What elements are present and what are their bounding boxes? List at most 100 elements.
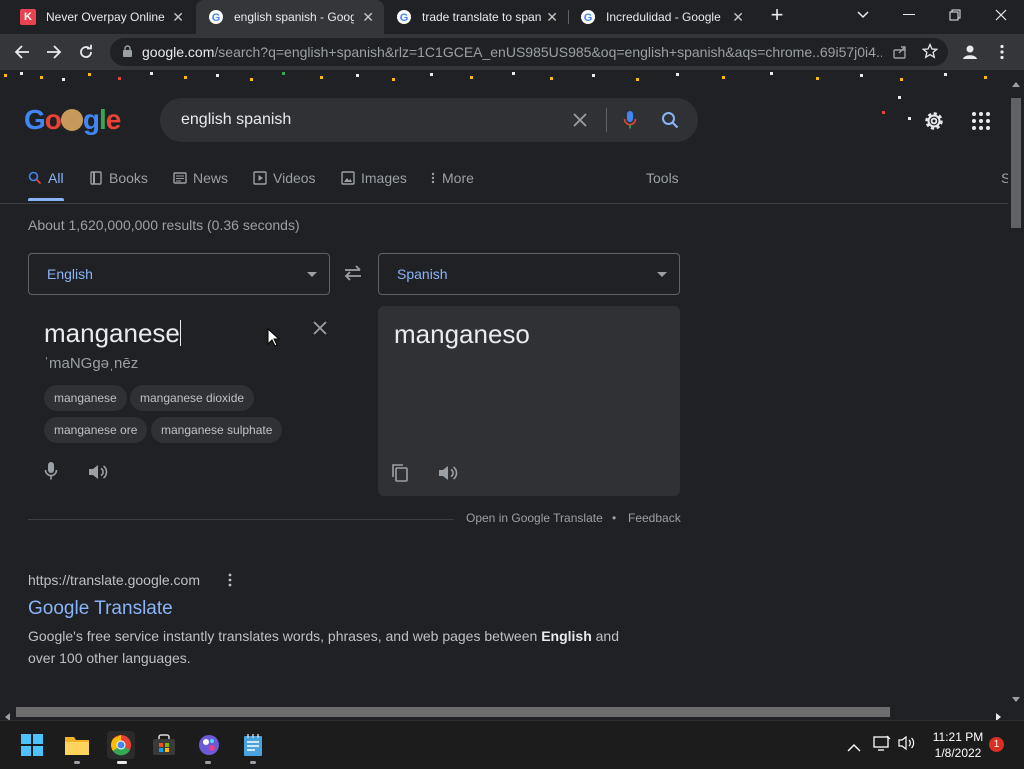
address-path: /search?q=english+spanish&rlz=1C1GCEA_en… xyxy=(214,44,882,60)
file-explorer-icon[interactable] xyxy=(63,731,91,759)
back-icon[interactable] xyxy=(10,40,34,64)
scroll-up-icon[interactable] xyxy=(1012,74,1020,92)
show-hidden-icons-icon[interactable] xyxy=(847,739,861,757)
search-box[interactable]: english spanish xyxy=(160,98,698,142)
google-doodle-logo[interactable]: Go gle xyxy=(24,104,121,136)
running-indicator xyxy=(250,761,256,764)
source-language-label: English xyxy=(47,266,93,282)
forward-icon[interactable] xyxy=(42,40,66,64)
windows-taskbar: 11:21 PM 1/8/2022 1 xyxy=(0,720,1024,769)
tab-strip: K Never Overpay Online ✕ G english spani… xyxy=(0,0,1024,34)
notification-badge[interactable]: 1 xyxy=(989,737,1004,752)
system-clock[interactable]: 11:21 PM 1/8/2022 xyxy=(926,729,990,761)
target-language-select[interactable]: Spanish xyxy=(378,253,680,295)
tab-all[interactable]: All xyxy=(28,170,64,186)
browser-menu-icon[interactable] xyxy=(990,40,1014,64)
open-in-google-translate-link[interactable]: Open in Google Translate xyxy=(466,511,603,525)
search-results-page: Go gle english spanish All Books News Vi… xyxy=(0,70,1008,704)
tab-never-overpay[interactable]: K Never Overpay Online ✕ xyxy=(8,0,194,34)
clear-source-icon[interactable] xyxy=(313,321,327,340)
address-domain: google.com xyxy=(142,44,215,60)
browser-toolbar: google.com/search?q=english+spanish&rlz=… xyxy=(0,34,1024,70)
search-input[interactable]: english spanish xyxy=(181,111,291,129)
tab-videos[interactable]: Videos xyxy=(253,170,316,186)
notepad-icon[interactable] xyxy=(239,731,267,759)
source-text-input[interactable]: manganese xyxy=(44,318,181,349)
safesearch-edge-label[interactable]: S xyxy=(1001,170,1008,186)
close-tab-icon[interactable]: ✕ xyxy=(362,9,374,26)
play-icon xyxy=(253,171,267,185)
clock-date: 1/8/2022 xyxy=(934,746,982,760)
windows-start-icon[interactable] xyxy=(18,731,46,759)
profile-icon[interactable] xyxy=(958,40,982,64)
close-tab-icon[interactable]: ✕ xyxy=(172,9,184,26)
clear-search-icon[interactable] xyxy=(570,110,590,130)
restore-icon[interactable] xyxy=(932,0,978,30)
microsoft-store-icon[interactable] xyxy=(150,731,178,759)
chevron-down-icon xyxy=(307,272,317,277)
result-url[interactable]: https://translate.google.com xyxy=(28,572,200,588)
text-caret xyxy=(179,320,181,346)
speaker-icon[interactable] xyxy=(88,463,108,486)
tab-label: News xyxy=(193,170,229,186)
result-snippet: Google's free service instantly translat… xyxy=(28,625,628,669)
feedback-link[interactable]: Feedback xyxy=(628,511,681,525)
vertical-scrollbar[interactable] xyxy=(1008,70,1024,704)
suggestion-chip[interactable]: manganese sulphate xyxy=(151,417,283,443)
bookmark-star-icon[interactable] xyxy=(921,42,939,64)
lock-icon[interactable] xyxy=(122,45,133,63)
tab-incredulidad[interactable]: G Incredulidad - Google ✕ xyxy=(568,0,754,34)
address-bar[interactable]: google.com/search?q=english+spanish&rlz=… xyxy=(110,38,948,66)
clock-time: 11:21 PM xyxy=(932,730,984,744)
source-language-select[interactable]: English xyxy=(28,253,330,295)
network-icon[interactable] xyxy=(873,735,891,756)
microphone-icon[interactable] xyxy=(44,461,58,486)
chrome-icon[interactable] xyxy=(107,731,135,759)
tab-news[interactable]: News xyxy=(173,170,228,186)
tab-search-icon[interactable] xyxy=(840,0,886,30)
copy-icon[interactable] xyxy=(391,463,409,488)
new-tab-icon[interactable]: + xyxy=(762,0,792,30)
tab-label: Images xyxy=(361,170,407,186)
search-icon[interactable] xyxy=(660,110,680,130)
running-indicator xyxy=(74,761,80,764)
google-favicon-icon: G xyxy=(208,9,224,25)
tab-images[interactable]: Images xyxy=(341,170,407,186)
running-indicator xyxy=(205,761,211,764)
settings-gear-icon[interactable] xyxy=(922,109,946,138)
close-tab-icon[interactable]: ✕ xyxy=(732,9,744,26)
tab-trade-translate[interactable]: G trade translate to spani ✕ xyxy=(384,0,568,34)
horizontal-scrollbar[interactable] xyxy=(0,704,1008,721)
volume-icon[interactable] xyxy=(898,735,916,756)
minimize-icon[interactable] xyxy=(886,0,932,30)
suggestion-chip[interactable]: manganese ore xyxy=(44,417,148,443)
tab-label: More xyxy=(442,170,474,186)
tools-label: Tools xyxy=(646,170,679,186)
target-language-label: Spanish xyxy=(397,266,448,282)
image-icon xyxy=(341,171,355,185)
result-title-link[interactable]: Google Translate xyxy=(28,598,173,620)
nav-divider xyxy=(0,203,1008,204)
tools-button[interactable]: Tools xyxy=(646,170,679,186)
swap-languages-icon[interactable] xyxy=(343,265,363,286)
horizontal-scroll-thumb[interactable] xyxy=(16,707,890,717)
tab-english-spanish[interactable]: G english spanish - Goog ✕ xyxy=(196,0,384,34)
tab-books[interactable]: Books xyxy=(89,170,148,186)
reload-icon[interactable] xyxy=(74,40,98,64)
k-favicon-icon: K xyxy=(20,9,36,25)
google-apps-icon[interactable] xyxy=(971,111,991,136)
speaker-icon[interactable] xyxy=(438,464,458,487)
kebab-icon[interactable] xyxy=(228,573,232,592)
tab-more[interactable]: More xyxy=(430,170,474,186)
tab-title: Incredulidad - Google xyxy=(606,10,721,24)
close-tab-icon[interactable]: ✕ xyxy=(546,9,558,26)
scroll-down-icon[interactable] xyxy=(1012,690,1020,708)
suggestion-chip[interactable]: manganese xyxy=(44,385,127,411)
share-icon[interactable] xyxy=(892,44,908,65)
suggestion-chip[interactable]: manganese dioxide xyxy=(130,385,255,411)
vertical-scroll-thumb[interactable] xyxy=(1011,98,1021,228)
translate-divider xyxy=(28,519,454,520)
microphone-icon[interactable] xyxy=(620,110,640,130)
close-window-icon[interactable] xyxy=(978,0,1024,30)
media-app-icon[interactable] xyxy=(195,731,223,759)
